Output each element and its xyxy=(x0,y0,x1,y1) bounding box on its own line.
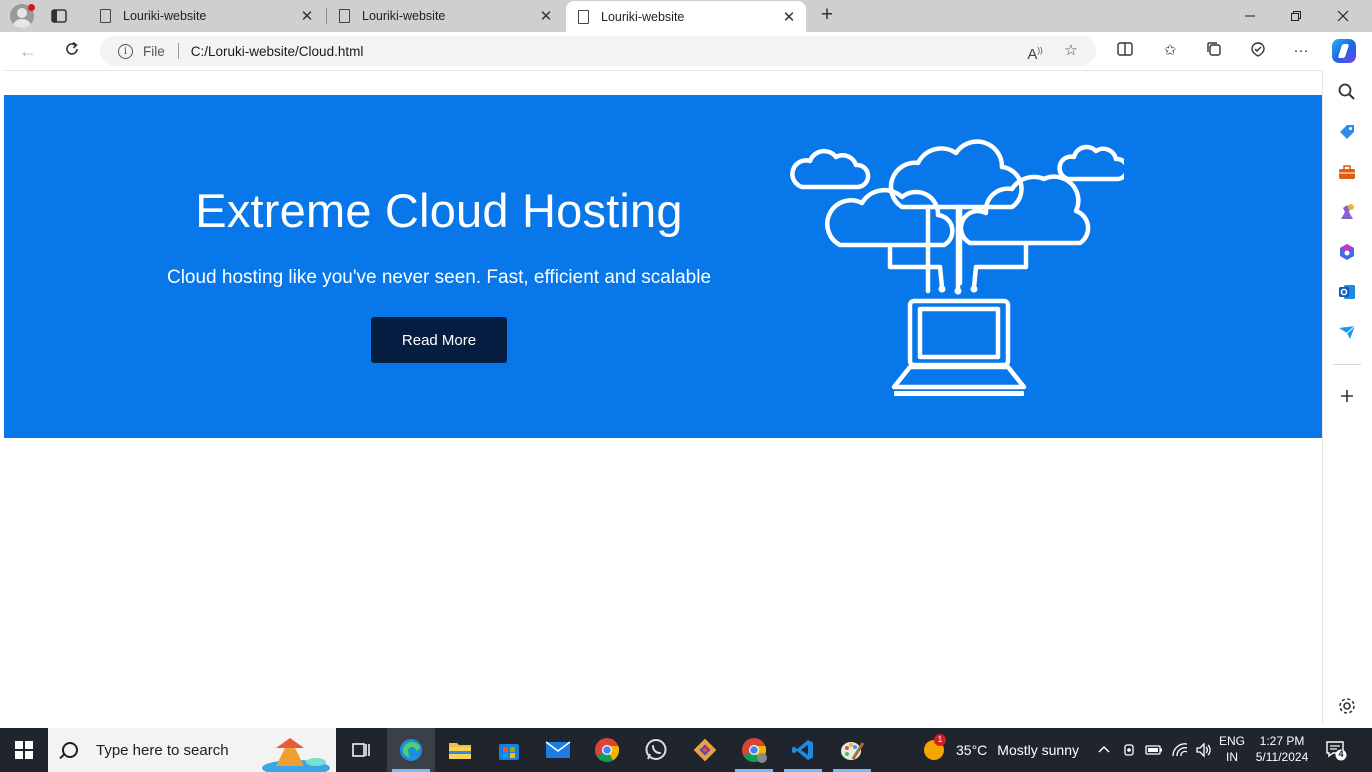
microsoft-store-icon[interactable] xyxy=(494,735,524,765)
outlook-icon[interactable] xyxy=(1337,282,1357,302)
cloud-icon xyxy=(825,187,955,248)
tab-actions-icon[interactable] xyxy=(50,7,68,25)
taskbar-search-box[interactable]: Type here to search xyxy=(48,728,336,772)
settings-icon[interactable] xyxy=(1337,696,1357,716)
cloud-icon xyxy=(790,148,871,190)
split-screen-icon[interactable] xyxy=(1114,40,1136,62)
tab-close-icon[interactable]: ✕ xyxy=(298,7,316,25)
meet-now-icon[interactable] xyxy=(1121,742,1137,758)
sidebar-divider xyxy=(1333,364,1361,365)
hero-section: Extreme Cloud Hosting Cloud hosting like… xyxy=(4,95,1322,438)
address-bar[interactable]: i File C:/Loruki-website/Cloud.html A)) … xyxy=(100,36,1096,66)
git-icon[interactable] xyxy=(690,735,720,765)
games-icon[interactable] xyxy=(1337,202,1357,222)
taskbar-clock[interactable]: 1:27 PM 5/11/2024 xyxy=(1254,733,1310,765)
tab-2[interactable]: Louriki-website ✕ xyxy=(327,0,563,32)
restore-icon xyxy=(1291,11,1301,21)
paint-icon[interactable] xyxy=(837,735,867,765)
close-window-button[interactable] xyxy=(1320,0,1366,32)
windows-start-icon[interactable] xyxy=(15,741,33,759)
tab-close-icon[interactable]: ✕ xyxy=(537,7,555,25)
notification-count: 4 xyxy=(1338,749,1344,759)
weather-badge: 1 xyxy=(934,734,946,746)
microsoft365-icon[interactable] xyxy=(1337,242,1357,262)
tab-strip: Louriki-website ✕ Louriki-website ✕ Lour… xyxy=(0,0,1372,32)
language-code: ENG xyxy=(1218,734,1245,748)
battery-icon[interactable] xyxy=(1145,743,1163,757)
tab-3-active[interactable]: Louriki-website ✕ xyxy=(566,1,806,32)
add-icon[interactable] xyxy=(1337,386,1357,406)
read-more-button[interactable]: Read More xyxy=(371,317,507,363)
edge-sidebar xyxy=(1322,70,1372,724)
weather-temperature: 35°C xyxy=(956,742,988,758)
language-indicator[interactable]: ENG IN xyxy=(1218,733,1246,765)
laptop-icon xyxy=(891,298,1027,390)
clock-time: 1:27 PM xyxy=(1259,734,1305,748)
weather-widget[interactable]: 1 35°C Mostly sunny xyxy=(924,728,1079,772)
cloud-computing-illustration xyxy=(790,139,1124,396)
refresh-icon[interactable] xyxy=(61,40,83,62)
page-icon xyxy=(578,9,589,24)
windows-taskbar: Type here to search 1 35°C Mostly sunny … xyxy=(0,728,1372,772)
taskbar-search-placeholder: Type here to search xyxy=(96,741,229,759)
info-icon[interactable]: i xyxy=(118,43,133,59)
cloud-icon xyxy=(888,139,1024,210)
edge-app-icon[interactable] xyxy=(396,735,426,765)
file-explorer-icon[interactable] xyxy=(445,735,475,765)
page-icon xyxy=(339,9,350,23)
browser-toolbar: ← i File C:/Loruki-website/Cloud.html A)… xyxy=(0,32,1372,70)
file-scheme-label: File xyxy=(143,43,165,59)
search-highlight-icon xyxy=(262,738,330,772)
tab-close-icon[interactable]: ✕ xyxy=(780,8,798,26)
weather-condition: Mostly sunny xyxy=(997,742,1079,758)
task-view-icon[interactable] xyxy=(346,735,376,765)
new-tab-button[interactable]: + xyxy=(815,4,839,28)
collections-icon[interactable] xyxy=(1203,40,1225,62)
page-icon xyxy=(100,9,111,23)
whatsapp-icon[interactable] xyxy=(641,735,671,765)
close-icon xyxy=(1337,10,1349,22)
profile-notification-dot xyxy=(28,4,35,11)
tab-title: Louriki-website xyxy=(601,9,685,24)
system-tray xyxy=(1097,728,1213,772)
restore-button[interactable] xyxy=(1273,0,1319,32)
chrome-profile-icon[interactable] xyxy=(739,735,769,765)
volume-icon[interactable] xyxy=(1195,742,1213,758)
cloud-icon xyxy=(958,174,1091,246)
send-icon[interactable] xyxy=(1337,322,1357,342)
search-icon[interactable] xyxy=(1337,82,1357,102)
read-aloud-icon[interactable]: A)) xyxy=(1024,40,1046,63)
tab-title: Louriki-website xyxy=(362,9,446,23)
address-divider xyxy=(177,43,179,59)
hero-subtitle: Cloud hosting like you've never seen. Fa… xyxy=(166,267,712,288)
show-hidden-icons-chevron-icon[interactable] xyxy=(1097,743,1111,757)
wifi-icon[interactable] xyxy=(1171,742,1189,758)
url-text[interactable]: C:/Loruki-website/Cloud.html xyxy=(191,44,1024,59)
toolbox-icon[interactable] xyxy=(1337,162,1357,182)
language-region: IN xyxy=(1226,750,1238,764)
sun-icon: 1 xyxy=(924,734,946,760)
mail-icon[interactable] xyxy=(543,735,573,765)
favorites-icon[interactable]: ✩ xyxy=(1159,40,1181,62)
copilot-icon[interactable] xyxy=(1332,39,1356,63)
tab-1[interactable]: Louriki-website ✕ xyxy=(88,0,324,32)
tab-title: Louriki-website xyxy=(123,9,207,23)
chrome-icon[interactable] xyxy=(592,735,622,765)
tag-icon[interactable] xyxy=(1337,122,1357,142)
cloud-icon xyxy=(1057,144,1124,182)
hero-title: Extreme Cloud Hosting xyxy=(195,184,683,237)
browser-essentials-icon[interactable] xyxy=(1247,40,1269,62)
clock-date: 5/11/2024 xyxy=(1255,750,1309,764)
minimize-icon xyxy=(1245,15,1255,17)
more-options-icon[interactable]: ··· xyxy=(1290,40,1312,62)
search-icon xyxy=(62,742,78,758)
minimize-button[interactable] xyxy=(1227,0,1273,32)
notification-center-icon[interactable]: 4 xyxy=(1325,739,1347,761)
favorite-star-icon[interactable]: ☆ xyxy=(1060,40,1082,62)
page-viewport: Extreme Cloud Hosting Cloud hosting like… xyxy=(4,70,1322,724)
back-arrow-icon[interactable]: ← xyxy=(17,40,39,62)
vscode-icon[interactable] xyxy=(788,735,818,765)
